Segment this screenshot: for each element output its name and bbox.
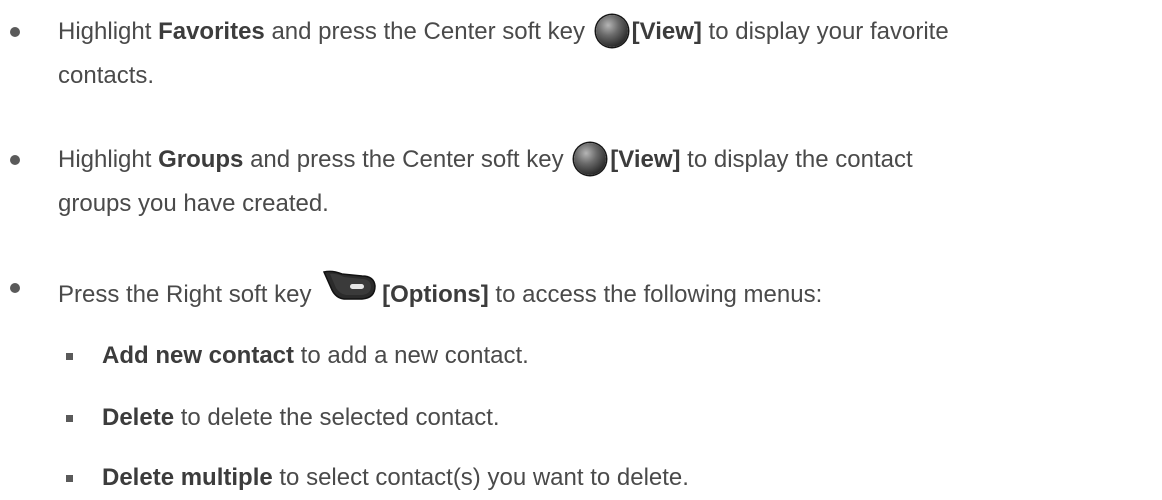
sub-item-bold-term: Add new contact	[102, 342, 295, 369]
list-item-options: Press the Right soft key [Options] to ac…	[58, 268, 822, 308]
sub-item-add-new-contact: Add new contact to add a new contact.	[102, 336, 529, 376]
item-text: contacts.	[58, 62, 155, 89]
item-text: and press the Center soft key	[243, 146, 571, 173]
item-bold-term: Favorites	[158, 18, 265, 45]
bullet-icon	[10, 155, 20, 165]
item-text: and press the Center soft key	[264, 18, 592, 45]
item-text: to display your favorite	[701, 18, 949, 45]
center-soft-key-icon	[574, 142, 607, 175]
bullet-icon	[10, 283, 20, 293]
sub-item-text: to delete the selected contact.	[174, 404, 500, 431]
list-item-groups-line1: Highlight Groups and press the Center so…	[58, 140, 913, 180]
list-item-favorites-line2: contacts.	[58, 56, 154, 96]
sub-item-bold-term: Delete multiple	[102, 464, 273, 491]
sub-item-delete: Delete to delete the selected contact.	[102, 398, 500, 438]
item-text: Highlight	[58, 146, 159, 173]
center-soft-key-icon	[595, 14, 628, 47]
key-label: [Options]	[382, 280, 489, 308]
right-soft-key-icon	[322, 268, 378, 317]
item-text: to display the contact	[680, 146, 913, 173]
sub-item-bold-term: Delete	[102, 404, 175, 431]
item-text: Press the Right soft key	[58, 280, 319, 308]
square-bullet-icon	[66, 415, 73, 422]
item-text: groups you have created.	[58, 190, 329, 217]
item-text: Highlight	[58, 18, 159, 45]
sub-item-text: to add a new contact.	[294, 342, 529, 369]
key-label: [View]	[631, 18, 702, 45]
square-bullet-icon	[66, 475, 73, 482]
sub-item-text: to select contact(s) you want to delete.	[272, 464, 689, 491]
key-label: [View]	[610, 146, 681, 173]
list-item-groups-line2: groups you have created.	[58, 184, 329, 224]
item-text: to access the following menus:	[488, 280, 823, 308]
bullet-icon	[10, 27, 20, 37]
document-page: Highlight Favorites and press the Center…	[0, 0, 1162, 500]
sub-item-delete-multiple: Delete multiple to select contact(s) you…	[102, 458, 689, 498]
item-bold-term: Groups	[158, 146, 244, 173]
square-bullet-icon	[66, 353, 73, 360]
list-item-favorites-line1: Highlight Favorites and press the Center…	[58, 12, 949, 52]
